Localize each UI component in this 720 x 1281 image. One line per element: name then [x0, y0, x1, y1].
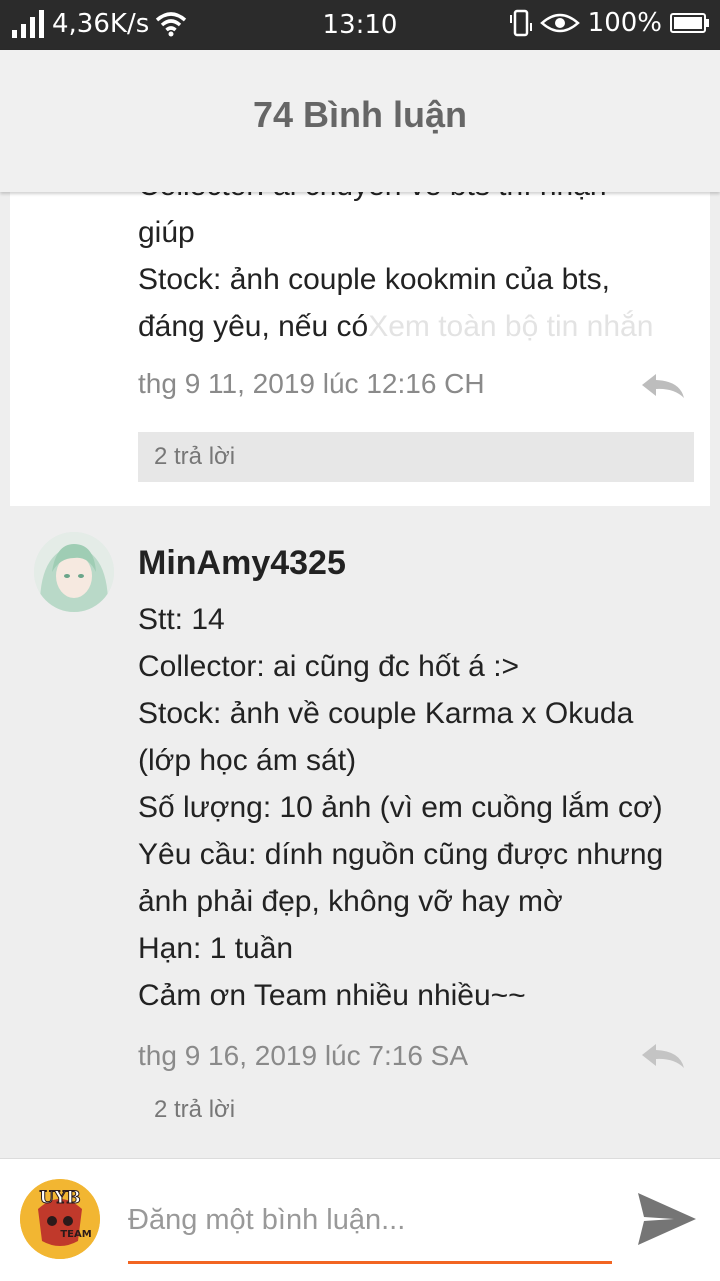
send-icon[interactable]	[636, 1191, 698, 1247]
comment-card: Collector: ai chuyên về bts thì nhận giú…	[10, 192, 710, 506]
comment-timestamp: thg 9 16, 2019 lúc 7:16 SA	[138, 1040, 469, 1071]
comment-text-line: Yêu cầu: dính nguồn cũng được nhưng	[138, 838, 664, 871]
comment-text-line: ảnh phải đẹp, không vỡ hay mờ	[138, 885, 563, 918]
comment-text-line: (lớp học ám sát)	[138, 744, 357, 777]
comment-input[interactable]	[128, 1197, 612, 1243]
comment-text-line: giúp	[138, 216, 195, 249]
see-more-link[interactable]: Xem toàn bộ tin nhắn	[368, 310, 653, 343]
status-right: 100%	[509, 8, 710, 38]
comment-text-line: Stt: 14	[138, 603, 225, 636]
comment-text-line: Hạn: 1 tuần	[138, 932, 294, 965]
avatar-image	[34, 532, 114, 612]
vibrate-icon	[509, 9, 532, 37]
team-logo: UYB TEAM	[20, 1179, 100, 1259]
status-bar: 4,36K/s 13:10 100%	[0, 0, 720, 50]
team-logo-text: UYB	[39, 1188, 80, 1208]
reply-icon[interactable]	[640, 1042, 686, 1070]
replies-button[interactable]: 2 trả lời	[154, 1096, 235, 1124]
team-logo-subtext: TEAM	[60, 1229, 91, 1240]
battery-icon	[670, 13, 709, 33]
comments-list[interactable]: Collector: ai chuyên về bts thì nhận giú…	[0, 192, 720, 1158]
comment-timestamp: thg 9 11, 2019 lúc 12:16 CH	[138, 368, 485, 399]
avatar[interactable]	[34, 532, 114, 612]
comment-username[interactable]: MinAmy4325	[138, 544, 346, 583]
comment-text-line: đáng yêu, nếu cóXem toàn bộ tin nhắn	[138, 303, 653, 350]
input-underline	[128, 1261, 612, 1264]
reply-icon[interactable]	[640, 372, 686, 400]
battery-percent: 100%	[587, 8, 662, 38]
comment-text-line: Số lượng: 10 ảnh (vì em cuồng lắm cơ)	[138, 791, 663, 824]
page-header: 74 Bình luận	[0, 50, 720, 192]
comment-text-line: Cảm ơn Team nhiều nhiều~~	[138, 979, 526, 1012]
replies-button[interactable]: 2 trả lời	[138, 432, 694, 482]
comment-text-line: Collector: ai chuyên về bts thì nhận	[138, 192, 607, 209]
user-avatar[interactable]: UYB TEAM	[20, 1179, 100, 1259]
comment-text-line: Stock: ảnh couple kookmin của bts,	[138, 263, 610, 296]
eye-icon	[539, 13, 580, 33]
comment-composer: UYB TEAM	[0, 1158, 720, 1281]
comment-text-line: Collector: ai cũng đc hốt á :>	[138, 650, 520, 683]
comment-text-fragment: đáng yêu, nếu có	[138, 310, 369, 343]
comment-text-line: Stock: ảnh về couple Karma x Okuda	[138, 697, 634, 730]
page-title: 74 Bình luận	[252, 94, 468, 135]
